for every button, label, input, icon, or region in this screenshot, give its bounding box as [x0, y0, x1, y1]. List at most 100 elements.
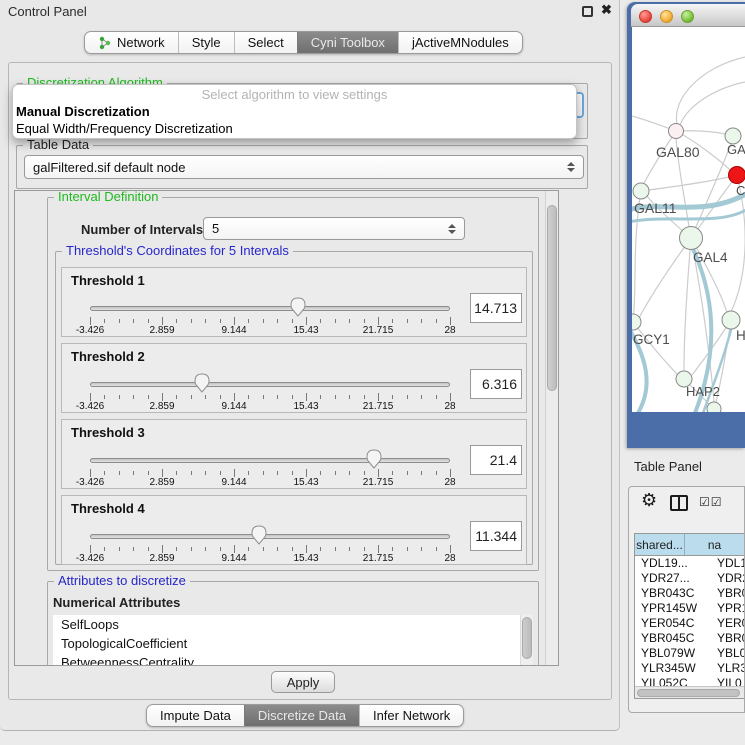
list-scrollbar[interactable]	[520, 615, 533, 666]
table-cell[interactable]: YBL079W	[635, 646, 711, 661]
tab-impute-data[interactable]: Impute Data	[147, 705, 244, 726]
slider-track[interactable]	[90, 382, 450, 387]
tab-select[interactable]: Select	[234, 32, 297, 53]
minimize-traffic-light[interactable]	[660, 10, 673, 23]
tab-infer-network[interactable]: Infer Network	[359, 705, 463, 726]
table-cell[interactable]: YPR145W	[635, 601, 711, 616]
tick-mark	[220, 471, 221, 475]
table-cell[interactable]: YBL0	[711, 646, 745, 661]
apply-button[interactable]: Apply	[271, 671, 335, 693]
tick-mark	[263, 319, 264, 323]
node-h[interactable]	[722, 311, 740, 329]
zoom-traffic-light[interactable]	[681, 10, 694, 23]
tick-mark	[364, 547, 365, 551]
table-row[interactable]: YLR345WYLR3	[635, 661, 745, 676]
scrollbar-thumb[interactable]	[547, 205, 557, 391]
table-cell[interactable]: YDR27...	[635, 571, 711, 586]
network-canvas[interactable]: GAL80 GA C GAL11 GAL4 GCY1 H HAP2	[632, 27, 745, 412]
table-row[interactable]: YBR043CYBR0	[635, 586, 745, 601]
close-icon[interactable]: ✖	[601, 2, 612, 18]
gear-icon[interactable]: ⚙	[641, 490, 657, 511]
table-cell[interactable]: YLR345W	[635, 661, 711, 676]
node-gal11[interactable]	[633, 183, 649, 199]
attribute-item[interactable]: TopologicalCoefficient	[53, 634, 533, 653]
tick-mark	[392, 547, 393, 551]
table-row[interactable]: YER054CYER0	[635, 616, 745, 631]
slider-thumb[interactable]	[290, 297, 306, 317]
threshold-value-field[interactable]: 11.344	[470, 521, 522, 551]
table-horizontal-scrollbar[interactable]	[635, 686, 745, 698]
table-cell[interactable]: YBR0	[711, 631, 745, 646]
node-gal80[interactable]	[669, 124, 684, 139]
scrollbar-thumb[interactable]	[522, 617, 532, 659]
node-label: GAL11	[634, 200, 677, 216]
tab-discretize-data[interactable]: Discretize Data	[244, 705, 359, 726]
table-cell[interactable]: YLR3	[711, 661, 745, 676]
slider-thumb[interactable]	[194, 373, 210, 393]
scrollbar-thumb[interactable]	[637, 689, 740, 697]
threshold-label: Threshold 4	[71, 501, 145, 516]
dropdown-option-equal-width-frequency[interactable]: Equal Width/Frequency Discretization	[13, 120, 576, 137]
tab-jactivemnodules[interactable]: jActiveMNodules	[398, 32, 522, 53]
slider-track[interactable]	[90, 534, 450, 539]
table-row[interactable]: YBR045CYBR0	[635, 631, 745, 646]
table-data-combobox[interactable]: galFiltered.sif default node	[24, 155, 584, 179]
tick-mark	[335, 547, 336, 551]
table-row[interactable]: YDL19...YDL1	[635, 556, 745, 571]
threshold-value-field[interactable]: 6.316	[470, 369, 522, 399]
slider-track[interactable]	[90, 458, 450, 463]
node-selected-red[interactable]	[729, 167, 745, 184]
table-cell[interactable]: YBR045C	[635, 631, 711, 646]
tick-mark	[234, 469, 235, 477]
table-row[interactable]: YPR145WYPR1	[635, 601, 745, 616]
table-cell[interactable]: YBR043C	[635, 586, 711, 601]
number-of-intervals-value: 5	[212, 221, 219, 236]
threshold-value-field[interactable]: 21.4	[470, 445, 522, 475]
table-row[interactable]: YDR27...YDR2	[635, 571, 745, 586]
slider-thumb[interactable]	[366, 449, 382, 469]
tick-mark	[148, 547, 149, 551]
table-cell[interactable]: YER0	[711, 616, 745, 631]
table-cell[interactable]: YDL1	[711, 556, 745, 571]
threshold-value-field[interactable]: 14.713	[470, 293, 522, 323]
tab-style[interactable]: Style	[178, 32, 234, 53]
tick-mark	[176, 395, 177, 399]
table-cell[interactable]: YBR0	[711, 586, 745, 601]
split-view-icon[interactable]	[670, 495, 688, 511]
slider-ticks	[90, 317, 450, 325]
axis-tick-label: 9.144	[221, 401, 246, 412]
close-traffic-light[interactable]	[639, 10, 652, 23]
table-cell[interactable]: YPR1	[711, 601, 745, 616]
slider-track[interactable]	[90, 306, 450, 311]
settings-scrollbar[interactable]	[545, 191, 558, 665]
column-checkbox-icons[interactable]: ☑☑	[699, 495, 723, 509]
tick-mark	[176, 471, 177, 475]
tick-mark	[148, 395, 149, 399]
attribute-item[interactable]: BetweennessCentrality	[53, 653, 533, 666]
tick-mark	[335, 471, 336, 475]
column-header-name[interactable]: na	[685, 534, 745, 555]
table-cell[interactable]: YDL19...	[635, 556, 711, 571]
table-cell[interactable]: YER054C	[635, 616, 711, 631]
float-window-icon[interactable]	[582, 6, 593, 17]
tick-mark	[436, 547, 437, 551]
node-bottom[interactable]	[707, 402, 721, 412]
tick-mark	[104, 547, 105, 551]
slider-thumb[interactable]	[251, 525, 267, 545]
number-of-intervals-combobox[interactable]: 5	[203, 217, 465, 240]
table-row[interactable]: YBL079WYBL0	[635, 646, 745, 661]
node-gal4[interactable]	[680, 227, 703, 250]
dropdown-option-manual-discretization[interactable]: Manual Discretization	[13, 103, 576, 120]
tick-mark	[378, 393, 379, 401]
tab-cyni-toolbox[interactable]: Cyni Toolbox	[297, 32, 398, 53]
tick-mark	[392, 395, 393, 399]
tab-network[interactable]: Network	[85, 32, 178, 53]
tick-mark	[320, 395, 321, 399]
tick-mark	[320, 471, 321, 475]
column-header-shared[interactable]: shared...	[635, 534, 685, 555]
tick-mark	[148, 471, 149, 475]
tick-mark	[378, 469, 379, 477]
tick-mark	[263, 395, 264, 399]
table-cell[interactable]: YDR2	[711, 571, 745, 586]
attribute-item[interactable]: SelfLoops	[53, 615, 533, 634]
